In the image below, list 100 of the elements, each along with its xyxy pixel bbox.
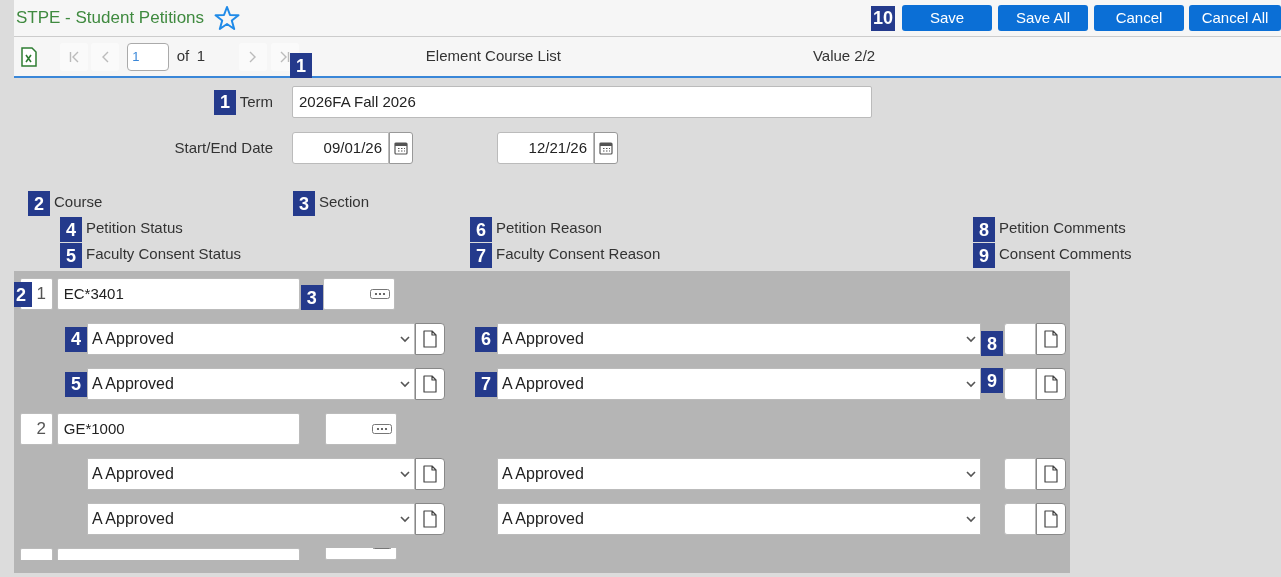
- action-button[interactable]: Save All: [998, 5, 1088, 31]
- callout-badge: 10: [870, 5, 895, 31]
- column-header: Section: [319, 192, 370, 212]
- spreadsheet-icon[interactable]: [21, 46, 37, 67]
- document-icon: [1043, 465, 1059, 483]
- column-header: Course: [54, 192, 103, 212]
- callout-badge: 7: [470, 243, 492, 268]
- first-page-button[interactable]: [59, 42, 88, 71]
- action-button[interactable]: Save: [902, 5, 992, 31]
- of-label: of: [176, 46, 190, 67]
- column-header: Petition Status: [86, 218, 183, 238]
- comment-field[interactable]: [1004, 458, 1036, 490]
- chevron-down-icon: [400, 470, 410, 478]
- date-field[interactable]: 12/21/26: [497, 132, 594, 164]
- list-title: Element Course List: [425, 46, 561, 67]
- dropdown-field[interactable]: A Approved: [87, 323, 415, 355]
- course-field[interactable]: EC*3401: [56, 278, 300, 310]
- notes-button[interactable]: [415, 458, 445, 490]
- chevron-down-icon: [400, 515, 410, 523]
- first-page-icon: [68, 50, 79, 63]
- action-button[interactable]: Cancel: [1094, 5, 1184, 31]
- ellipsis-icon: [369, 289, 390, 299]
- dropdown-field[interactable]: A Approved: [497, 323, 981, 355]
- calendar-icon: [599, 141, 613, 155]
- chevron-down-icon: [966, 380, 976, 388]
- notes-button[interactable]: [415, 368, 445, 400]
- callout-badge: 5: [65, 371, 87, 397]
- chevron-left-icon: [101, 50, 110, 63]
- callout-badge: 6: [475, 326, 497, 352]
- value-label: Value 2/2: [812, 46, 876, 67]
- dropdown-field[interactable]: A Approved: [497, 503, 981, 535]
- section-field[interactable]: [324, 413, 397, 445]
- section-field[interactable]: [322, 278, 395, 310]
- ellipsis-icon: [371, 424, 392, 434]
- chevron-down-icon: [966, 515, 976, 523]
- dropdown-field[interactable]: A Approved: [87, 368, 415, 400]
- comment-field[interactable]: [1004, 323, 1036, 355]
- dropdown-value: A Approved: [502, 329, 584, 349]
- callout-badge: 1: [290, 53, 312, 78]
- column-header: Consent Comments: [999, 244, 1132, 264]
- page-input[interactable]: 1: [127, 42, 170, 71]
- document-icon: [1043, 330, 1059, 348]
- term-field[interactable]: 2026FA Fall 2026: [292, 86, 872, 118]
- callout-badge: 4: [60, 217, 82, 242]
- callout-badge: 2: [28, 191, 50, 216]
- last-page-icon: [279, 50, 290, 63]
- dropdown-field[interactable]: A Approved: [87, 458, 415, 490]
- calendar-button[interactable]: [594, 132, 618, 164]
- column-header: Faculty Consent Status: [86, 244, 242, 264]
- page-total: 1: [196, 46, 206, 67]
- callout-badge: 1: [213, 89, 236, 115]
- callout-badge: 4: [65, 326, 87, 352]
- callout-badge: 9: [973, 243, 995, 268]
- action-button[interactable]: Cancel All: [1189, 5, 1281, 31]
- date-field[interactable]: 09/01/26: [292, 132, 389, 164]
- column-header: Petition Reason: [496, 218, 602, 238]
- notes-button[interactable]: [415, 503, 445, 535]
- notes-button[interactable]: [415, 323, 445, 355]
- document-icon: [1043, 510, 1059, 528]
- chevron-down-icon: [966, 470, 976, 478]
- callout-badge: 9: [981, 368, 1003, 393]
- column-header: Petition Comments: [999, 218, 1126, 238]
- dropdown-field[interactable]: A Approved: [497, 368, 981, 400]
- document-icon: [1043, 375, 1059, 393]
- comment-field[interactable]: [1004, 503, 1036, 535]
- dropdown-value: A Approved: [502, 464, 584, 484]
- chevron-down-icon: [966, 335, 976, 343]
- callout-badge: 8: [981, 331, 1003, 356]
- dropdown-value: A Approved: [502, 509, 584, 529]
- notes-button[interactable]: [1036, 503, 1066, 535]
- document-icon: [422, 510, 438, 528]
- dropdown-value: A Approved: [92, 374, 174, 394]
- dropdown-field[interactable]: A Approved: [497, 458, 981, 490]
- callout-badge: 2: [14, 282, 32, 307]
- dropdown-field[interactable]: A Approved: [87, 503, 415, 535]
- field-label: Start/End Date: [174, 137, 273, 158]
- callout-badge: 3: [293, 191, 315, 216]
- comment-field[interactable]: [1004, 368, 1036, 400]
- dropdown-value: A Approved: [502, 374, 584, 394]
- document-icon: [422, 465, 438, 483]
- notes-button[interactable]: [1036, 323, 1066, 355]
- callout-badge: 8: [973, 217, 995, 242]
- document-icon: [422, 330, 438, 348]
- chevron-right-icon: [249, 50, 258, 63]
- page-title: STPE - Student Petitions: [16, 7, 205, 30]
- calendar-button[interactable]: [389, 132, 413, 164]
- document-icon: [422, 375, 438, 393]
- dropdown-value: A Approved: [92, 509, 174, 529]
- notes-button[interactable]: [1036, 458, 1066, 490]
- course-field[interactable]: GE*1000: [56, 413, 300, 445]
- dropdown-value: A Approved: [92, 329, 174, 349]
- chevron-down-icon: [400, 380, 410, 388]
- column-header: Faculty Consent Reason: [496, 244, 661, 264]
- callout-badge: 6: [470, 217, 492, 242]
- star-icon[interactable]: [214, 5, 241, 31]
- chevron-down-icon: [400, 335, 410, 343]
- callout-badge: 7: [475, 371, 497, 397]
- calendar-icon: [394, 141, 408, 155]
- notes-button[interactable]: [1036, 368, 1066, 400]
- field-label: Term: [239, 91, 273, 112]
